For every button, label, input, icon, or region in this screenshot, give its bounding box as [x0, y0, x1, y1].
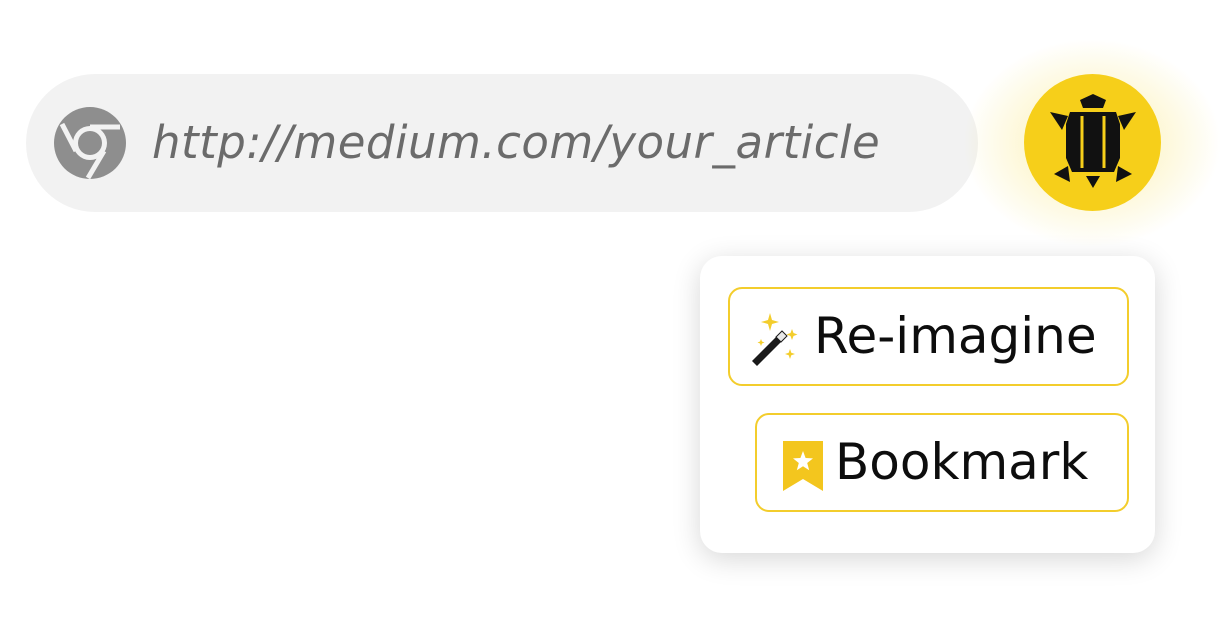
bookmark-label: Bookmark — [835, 433, 1089, 491]
reimagine-button[interactable]: Re-imagine — [728, 287, 1129, 386]
address-bar[interactable]: http://medium.com/your_article — [26, 74, 978, 212]
chrome-logo-icon — [54, 107, 126, 179]
turtle-icon — [1050, 94, 1136, 188]
bookmark-star-icon — [783, 441, 823, 491]
reimagine-label: Re-imagine — [814, 307, 1097, 365]
extension-popup-menu: Re-imagine Bookmark — [700, 256, 1155, 553]
stage: http://medium.com/your_article Re-imagin… — [0, 0, 1225, 624]
bookmark-button[interactable]: Bookmark — [755, 413, 1129, 512]
url-text[interactable]: http://medium.com/your_article — [152, 74, 880, 212]
extension-button[interactable] — [1024, 74, 1161, 211]
magic-wand-icon — [752, 313, 798, 366]
